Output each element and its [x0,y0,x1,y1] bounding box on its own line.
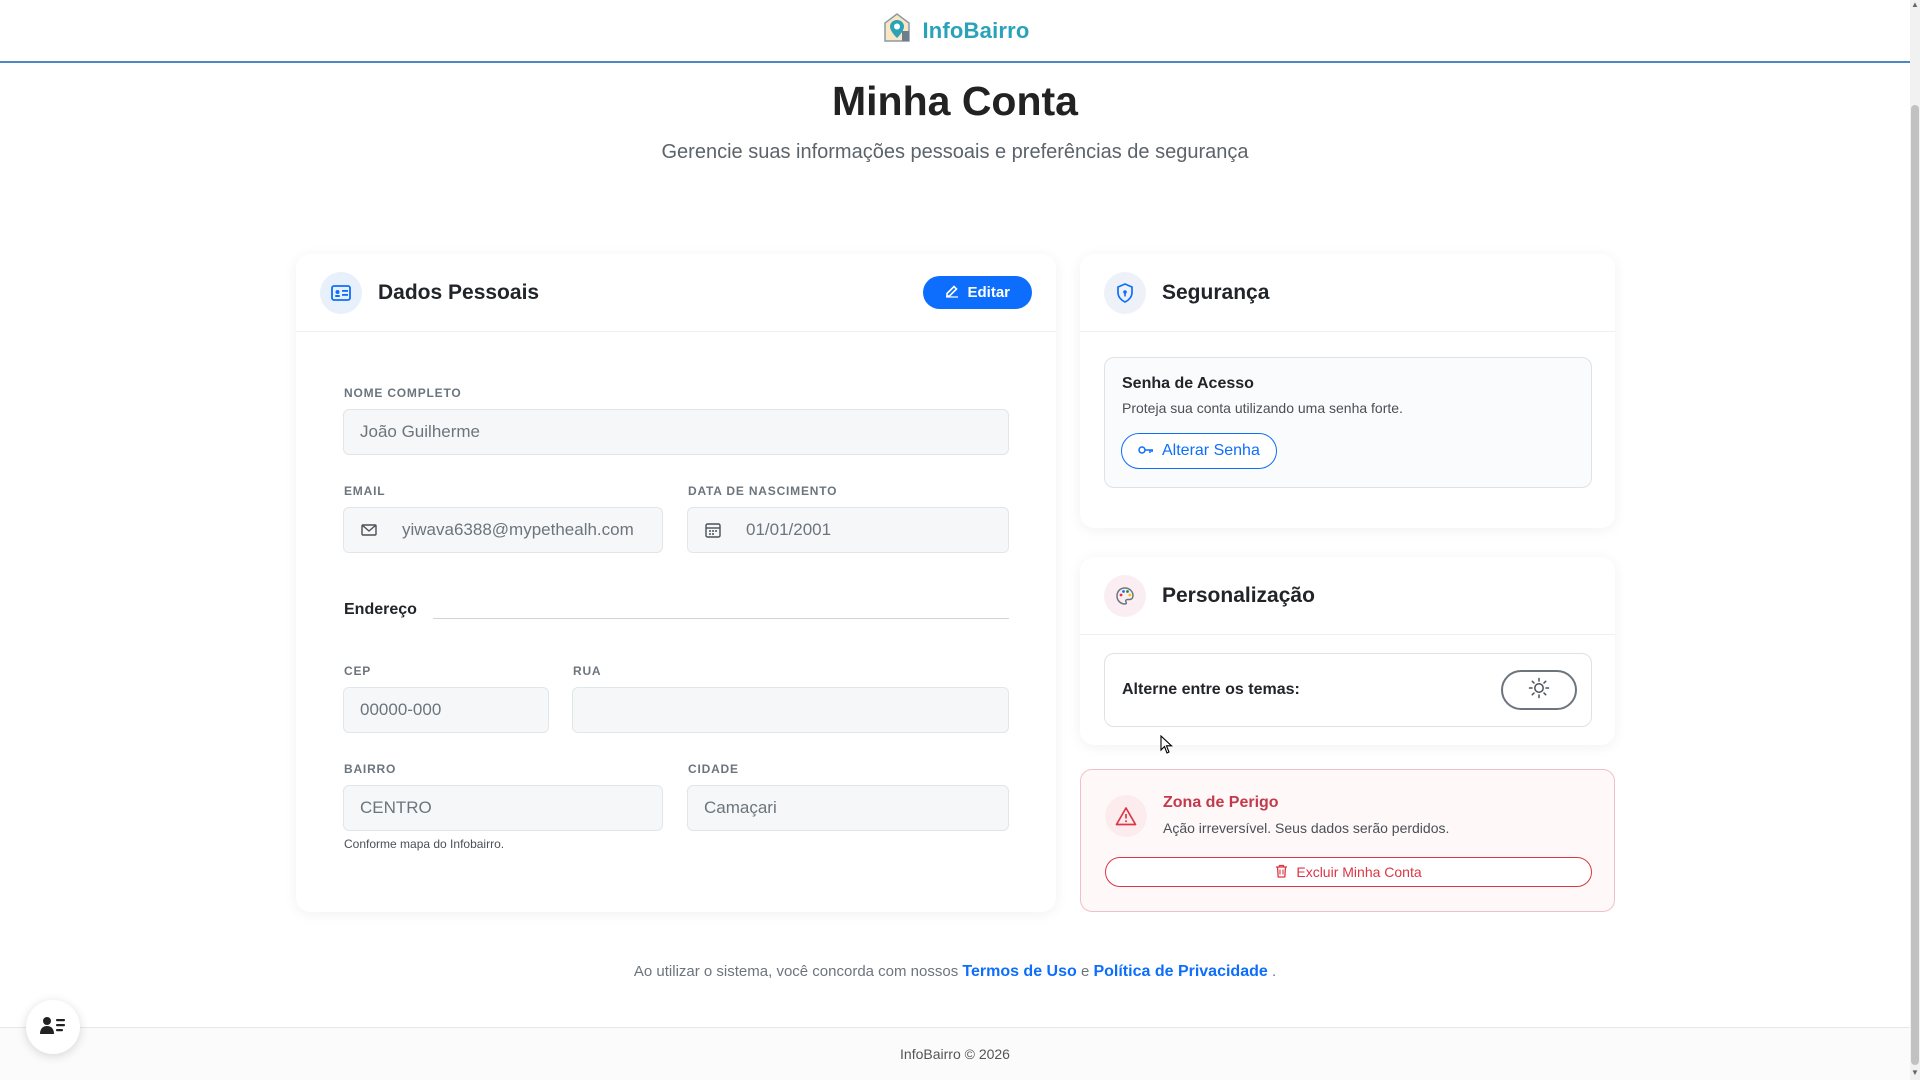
theme-label: Alterne entre os temas: [1122,681,1300,698]
shield-icon [1104,271,1146,314]
personal-data-header: Dados Pessoais Editar [296,254,1056,332]
cep-placeholder: 00000-000 [360,700,442,719]
name-value: João Guilherme [360,422,481,441]
danger-zone-card: Zona de Perigo Ação irreversível. Seus d… [1080,769,1615,912]
top-navbar: InfoBairro [0,0,1910,63]
district-label: BAIRRO [344,762,397,776]
cep-input[interactable]: 00000-000 [343,687,549,733]
terms-suffix: . [1271,963,1277,980]
copyright: InfoBairro © 2026 [900,1046,1010,1062]
calendar-icon [704,521,722,539]
email-field[interactable]: yiwava6388@mypethealh.com [343,507,663,553]
name-label: NOME COMPLETO [344,386,462,400]
birthdate-value: 01/01/2001 [746,520,832,539]
page-hero: Minha Conta Gerencie suas informações pe… [0,78,1910,164]
user-list-icon [40,1015,66,1040]
trash-icon [1275,864,1288,881]
terms-prefix: Ao utilizar o sistema, você concorda com… [633,963,959,980]
id-card-icon [320,271,362,314]
personalization-title: Personalização [1162,583,1315,607]
terms-and: e [1080,963,1090,980]
password-desc: Proteja sua conta utilizando uma senha f… [1122,400,1403,416]
scroll-down-icon[interactable]: ▼ [1911,1068,1919,1078]
address-section-title: Endereço [344,601,417,618]
personal-data-card: Dados Pessoais Editar NOME COMPLETO João… [296,254,1056,912]
privacy-link[interactable]: Política de Privacidade [1093,963,1267,980]
scroll-up-icon[interactable]: ▲ [1911,0,1919,10]
security-header: Segurança [1080,254,1615,332]
theme-toggle[interactable] [1501,670,1577,710]
email-value: yiwava6388@mypethealh.com [402,520,634,539]
terms-link[interactable]: Termos de Uso [962,963,1076,980]
birthdate-label: DATA DE NASCIMENTO [688,484,838,498]
security-card: Segurança Senha de Acesso Proteja sua co… [1080,254,1615,528]
danger-title: Zona de Perigo [1163,794,1279,811]
edit-button[interactable]: Editar [923,276,1032,309]
scroll-thumb[interactable] [1911,105,1919,1065]
delete-account-label: Excluir Minha Conta [1296,864,1422,880]
page-footer: InfoBairro © 2026 [0,1027,1910,1080]
sun-icon [1528,677,1550,704]
delete-account-button[interactable]: Excluir Minha Conta [1105,857,1592,887]
palette-icon [1104,574,1146,617]
theme-box: Alterne entre os temas: [1104,653,1592,727]
change-password-label: Alterar Senha [1162,442,1260,459]
brand[interactable]: InfoBairro [880,11,1029,50]
personal-data-title: Dados Pessoais [378,280,540,304]
personalization-header: Personalização [1080,557,1615,635]
password-box: Senha de Acesso Proteja sua conta utiliz… [1104,357,1592,488]
district-value: CENTRO [360,798,432,817]
brand-name: InfoBairro [922,17,1030,43]
city-field[interactable]: Camaçari [687,785,1009,831]
warning-triangle-icon [1105,795,1147,837]
key-icon [1138,442,1154,460]
page-title: Minha Conta [832,78,1078,124]
terms-notice: Ao utilizar o sistema, você concorda com… [0,963,1910,981]
city-label: CIDADE [688,762,739,776]
cep-label: CEP [344,664,372,678]
city-value: Camaçari [704,798,777,817]
password-title: Senha de Acesso [1122,375,1254,392]
page-scrollbar[interactable]: ▲ ▼ [1910,0,1920,1080]
personalization-card: Personalização Alterne entre os temas: [1080,557,1615,745]
map-pin-building-icon [880,11,914,50]
accessibility-menu-button[interactable] [26,1000,80,1054]
email-label: EMAIL [344,484,386,498]
street-label: RUA [573,664,602,678]
district-field[interactable]: CENTRO [343,785,663,831]
danger-desc: Ação irreversível. Seus dados serão perd… [1163,820,1450,836]
district-hint: Conforme mapa do Infobairro. [344,837,505,851]
security-title: Segurança [1162,280,1270,304]
mouse-cursor-icon [1160,734,1174,760]
address-divider [433,618,1009,619]
change-password-button[interactable]: Alterar Senha [1121,433,1277,469]
edit-icon [945,284,959,302]
page-subtitle: Gerencie suas informações pessoais e pre… [661,141,1249,163]
edit-button-label: Editar [967,284,1010,301]
street-input[interactable] [572,687,1009,733]
name-field[interactable]: João Guilherme [343,409,1009,455]
envelope-icon [360,521,378,539]
birthdate-field[interactable]: 01/01/2001 [687,507,1009,553]
